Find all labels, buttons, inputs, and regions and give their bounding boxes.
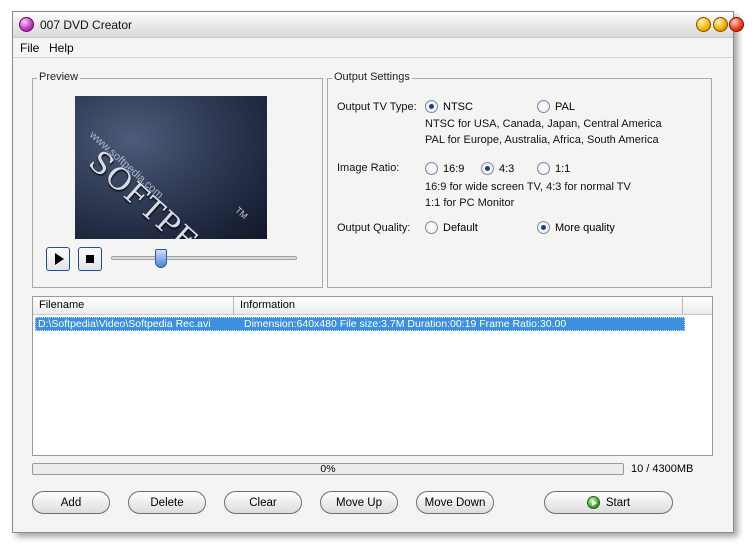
row-information: Dimension:640x480 File size:3.7M Duratio… <box>244 318 567 330</box>
seek-slider-track[interactable] <box>111 256 297 260</box>
progress-percent: 0% <box>320 463 336 475</box>
radio-ratio-16-9[interactable] <box>425 162 438 175</box>
stop-button[interactable] <box>78 247 102 271</box>
preview-group-label: Preview <box>37 71 81 83</box>
column-header-information[interactable]: Information <box>234 297 683 315</box>
seek-slider-thumb[interactable] <box>154 249 167 268</box>
minimize-button[interactable] <box>696 17 711 32</box>
menu-file[interactable]: File <box>20 41 39 55</box>
menu-bar: File Help <box>13 38 733 58</box>
add-button[interactable]: Add <box>32 491 110 514</box>
start-icon <box>586 496 600 509</box>
app-icon <box>19 17 34 32</box>
move-up-button[interactable]: Move Up <box>320 491 398 514</box>
ratio-description-1: 16:9 for wide screen TV, 4:3 for normal … <box>425 181 631 193</box>
close-button[interactable] <box>729 17 744 32</box>
output-quality-label: Output Quality: <box>337 222 411 234</box>
disc-size-readout: 10 / 4300MB <box>631 463 694 475</box>
image-ratio-label: Image Ratio: <box>337 162 400 174</box>
radio-ratio-1-1-label[interactable]: 1:1 <box>555 163 570 175</box>
row-filename: D:\Softpedia\Video\Softpedia Rec.avi <box>38 318 211 330</box>
play-button[interactable] <box>46 247 70 271</box>
preview-group: Preview www.softpedia.com SOFTPEDIA TM <box>32 71 323 288</box>
radio-quality-default-label[interactable]: Default <box>443 222 478 234</box>
clear-button[interactable]: Clear <box>224 491 302 514</box>
app-window: 007 DVD Creator File Help Preview www.so… <box>12 11 744 533</box>
radio-ntsc[interactable] <box>425 100 438 113</box>
preview-tm-text: TM <box>233 204 250 222</box>
radio-quality-default[interactable] <box>425 221 438 234</box>
file-list[interactable]: Filename Information D:\Softpedia\Video\… <box>32 296 713 456</box>
menu-help[interactable]: Help <box>49 41 74 55</box>
radio-pal-label[interactable]: PAL <box>555 101 575 113</box>
start-button[interactable]: Start <box>544 491 673 514</box>
window-title: 007 DVD Creator <box>40 18 133 32</box>
maximize-button[interactable] <box>713 17 728 32</box>
stop-icon <box>86 255 94 263</box>
play-icon <box>54 253 64 265</box>
ntsc-description: NTSC for USA, Canada, Japan, Central Ame… <box>425 118 662 130</box>
radio-ratio-16-9-label[interactable]: 16:9 <box>443 163 464 175</box>
radio-quality-more-label[interactable]: More quality <box>555 222 615 234</box>
progress-bar: 0% <box>32 463 624 475</box>
output-settings-group: Output Settings Output TV Type: NTSC PAL… <box>327 71 712 288</box>
radio-ratio-1-1[interactable] <box>537 162 550 175</box>
ratio-description-2: 1:1 for PC Monitor <box>425 197 515 209</box>
column-header-filename[interactable]: Filename <box>33 297 234 315</box>
radio-pal[interactable] <box>537 100 550 113</box>
tv-type-label: Output TV Type: <box>337 101 417 113</box>
delete-button[interactable]: Delete <box>128 491 206 514</box>
radio-quality-more[interactable] <box>537 221 550 234</box>
radio-ratio-4-3-label[interactable]: 4:3 <box>499 163 514 175</box>
radio-ratio-4-3[interactable] <box>481 162 494 175</box>
move-down-button[interactable]: Move Down <box>416 491 494 514</box>
title-bar[interactable]: 007 DVD Creator <box>13 12 744 38</box>
preview-image: www.softpedia.com SOFTPEDIA TM <box>75 96 267 239</box>
radio-ntsc-label[interactable]: NTSC <box>443 101 473 113</box>
start-button-label: Start <box>605 496 631 509</box>
table-row[interactable]: D:\Softpedia\Video\Softpedia Rec.avi Dim… <box>35 317 685 331</box>
preview-brand-text: SOFTPEDIA <box>81 144 250 239</box>
pal-description: PAL for Europe, Australia, Africa, South… <box>425 134 659 146</box>
output-settings-label: Output Settings <box>332 71 412 83</box>
file-list-header: Filename Information <box>33 297 712 315</box>
